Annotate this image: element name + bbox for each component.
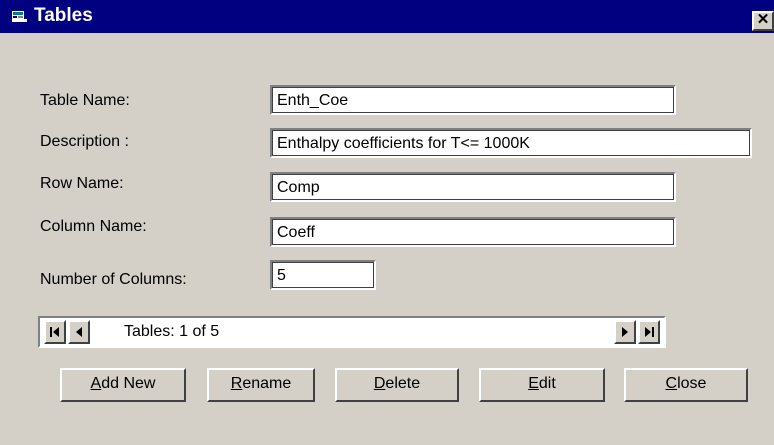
number-of-columns-field[interactable]: 5	[270, 260, 376, 290]
column-name-field[interactable]: Coeff	[270, 217, 676, 247]
add-new-button[interactable]: Add New	[60, 368, 186, 402]
edit-label: dit	[538, 375, 556, 392]
navigator-caption: Tables: 1 of 5	[124, 323, 220, 340]
close-accel: C	[665, 375, 678, 392]
edit-accel: E	[528, 375, 539, 392]
previous-record-icon[interactable]	[68, 320, 90, 344]
delete-button[interactable]: Delete	[335, 368, 459, 402]
close-window-button[interactable]: ✕	[752, 11, 774, 31]
window-title: Tables	[34, 5, 93, 26]
edit-button[interactable]: Edit	[479, 368, 605, 402]
table-name-label: Table Name:	[40, 92, 130, 109]
column-name-label: Column Name:	[40, 218, 147, 235]
close-label: lose	[677, 375, 707, 392]
close-button[interactable]: Close	[624, 368, 748, 402]
app-icon	[12, 11, 27, 22]
row-name-field[interactable]: Comp	[270, 172, 676, 202]
description-label: Description :	[40, 133, 129, 150]
rename-label: ename	[242, 375, 292, 392]
add-new-accel: A	[90, 375, 102, 392]
description-field[interactable]: Enthalpy coefficients for T<= 1000K	[270, 128, 752, 158]
last-record-icon[interactable]	[638, 320, 660, 344]
rename-accel: R	[230, 375, 243, 392]
add-new-label: dd New	[101, 375, 156, 392]
row-name-label: Row Name:	[40, 175, 124, 192]
title-bar[interactable]: Tables ✕	[0, 0, 774, 33]
first-record-icon[interactable]	[44, 320, 66, 344]
number-of-columns-label: Number of Columns:	[40, 271, 187, 288]
record-navigator: Tables: 1 of 5	[38, 316, 666, 348]
table-name-field[interactable]: Enth_Coe	[270, 85, 676, 115]
rename-button[interactable]: Rename	[207, 368, 315, 402]
next-record-icon[interactable]	[614, 320, 636, 344]
delete-label: elete	[385, 375, 421, 392]
delete-accel: D	[373, 375, 386, 392]
tables-dialog: Tables ✕ Table Name: Enth_Coe Descriptio…	[0, 0, 774, 445]
